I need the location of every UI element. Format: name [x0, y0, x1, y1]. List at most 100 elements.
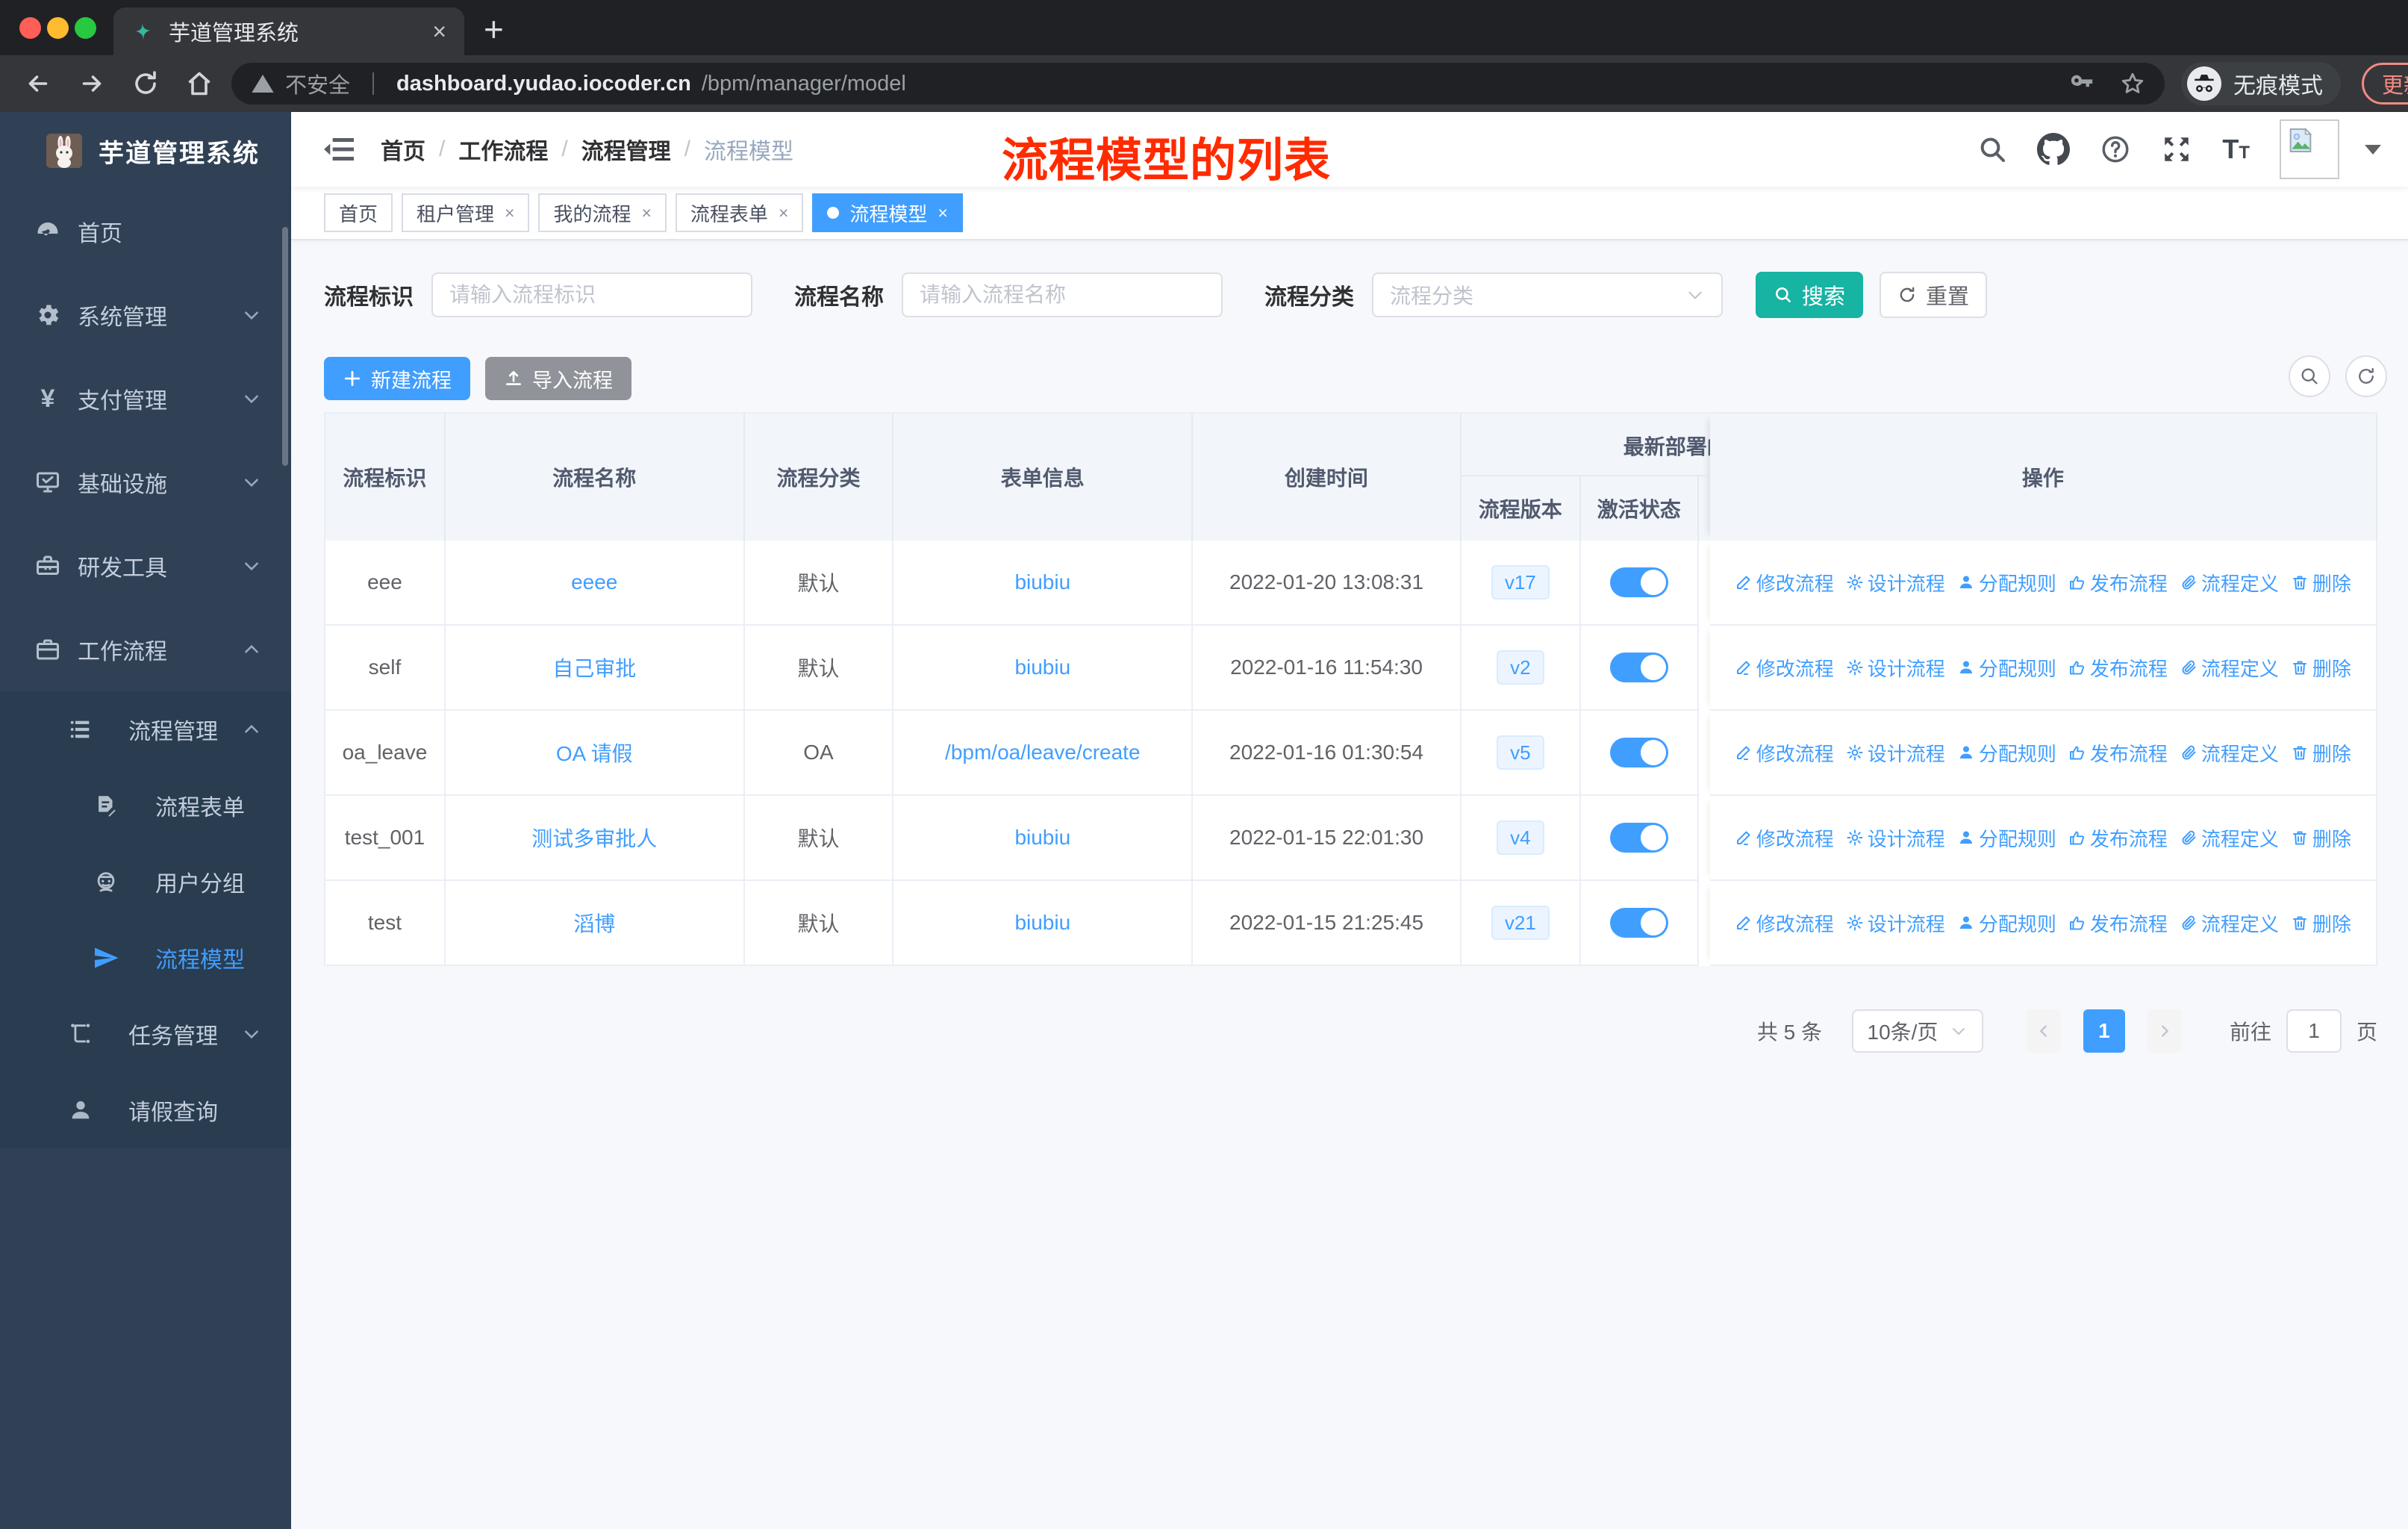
edit-process-link[interactable]: 修改流程: [1735, 909, 1834, 937]
sidebar-item-payment[interactable]: ¥ 支付管理: [0, 357, 291, 440]
sidebar-item-process-model[interactable]: 流程模型: [0, 920, 291, 996]
key-icon[interactable]: [2069, 71, 2094, 96]
tag-process-form[interactable]: 流程表单 ×: [675, 193, 804, 232]
import-process-button[interactable]: 导入流程: [485, 357, 631, 400]
sidebar-item-system[interactable]: 系统管理: [0, 273, 291, 357]
github-icon[interactable]: [2037, 133, 2071, 166]
active-toggle[interactable]: [1609, 823, 1668, 853]
process-definition-link[interactable]: 流程定义: [2180, 824, 2279, 852]
process-definition-link[interactable]: 流程定义: [2180, 739, 2279, 767]
process-definition-link[interactable]: 流程定义: [2180, 654, 2279, 682]
form-info-link[interactable]: biubiu: [1014, 570, 1070, 594]
reload-icon[interactable]: [124, 62, 167, 105]
goto-page-input[interactable]: [2286, 1009, 2342, 1053]
reset-button[interactable]: 重置: [1880, 272, 1987, 318]
assign-rule-link[interactable]: 分配规则: [1957, 909, 2056, 937]
chrome-update-button[interactable]: 更新 ⋮: [2362, 63, 2408, 105]
tag-my-process[interactable]: 我的流程 ×: [538, 193, 667, 232]
back-icon[interactable]: [16, 62, 60, 105]
publish-process-link[interactable]: 发布流程: [2068, 739, 2168, 767]
active-toggle[interactable]: [1609, 738, 1668, 767]
bookmark-star-icon[interactable]: [2120, 71, 2145, 96]
help-icon[interactable]: [2100, 134, 2131, 165]
process-name-link[interactable]: eeee: [571, 570, 617, 594]
process-name-link[interactable]: OA 请假: [556, 738, 633, 767]
sidebar-item-process-form[interactable]: 流程表单: [0, 767, 291, 844]
assign-rule-link[interactable]: 分配规则: [1957, 654, 2056, 682]
window-zoom-button[interactable]: [75, 17, 96, 39]
design-process-link[interactable]: 设计流程: [1846, 824, 1945, 852]
home-icon[interactable]: [178, 62, 221, 105]
sidebar-item-workflow[interactable]: 工作流程: [0, 608, 291, 691]
design-process-link[interactable]: 设计流程: [1846, 909, 1945, 937]
header-search-icon[interactable]: [1977, 134, 2007, 164]
tag-home[interactable]: 首页: [324, 193, 393, 232]
assign-rule-link[interactable]: 分配规则: [1957, 569, 2056, 597]
sidebar-item-process-mgmt[interactable]: 流程管理: [0, 691, 291, 767]
page-size-select[interactable]: 10条/页: [1851, 1009, 1983, 1053]
refresh-icon[interactable]: [2345, 355, 2387, 397]
sidebar-item-home[interactable]: 首页: [0, 190, 291, 273]
process-definition-link[interactable]: 流程定义: [2180, 909, 2279, 937]
tag-process-model[interactable]: 流程模型 ×: [812, 193, 963, 232]
form-info-link[interactable]: biubiu: [1014, 911, 1070, 935]
breadcrumb-process-mgmt[interactable]: 流程管理: [581, 133, 671, 166]
process-name-link[interactable]: 测试多审批人: [531, 823, 657, 853]
form-info-link[interactable]: biubiu: [1014, 826, 1070, 850]
tag-close-icon[interactable]: ×: [938, 203, 947, 223]
sidebar-item-infra[interactable]: 基础设施: [0, 440, 291, 524]
process-category-select[interactable]: 流程分类: [1372, 273, 1723, 317]
publish-process-link[interactable]: 发布流程: [2068, 654, 2168, 682]
active-toggle[interactable]: [1609, 653, 1668, 682]
avatar-caret-icon[interactable]: [2365, 144, 2381, 155]
tag-close-icon[interactable]: ×: [641, 203, 651, 223]
active-toggle[interactable]: [1609, 567, 1668, 597]
new-tab-button[interactable]: +: [484, 9, 504, 49]
delete-link[interactable]: 删除: [2291, 824, 2351, 852]
forward-icon[interactable]: [70, 62, 113, 105]
page-number-1[interactable]: 1: [2083, 1009, 2125, 1053]
sidebar-item-devtools[interactable]: 研发工具: [0, 524, 291, 608]
publish-process-link[interactable]: 发布流程: [2068, 569, 2168, 597]
edit-process-link[interactable]: 修改流程: [1735, 824, 1834, 852]
breadcrumb-workflow[interactable]: 工作流程: [458, 133, 548, 166]
create-process-button[interactable]: 新建流程: [324, 357, 470, 400]
fullscreen-icon[interactable]: [2161, 134, 2192, 165]
window-minimize-button[interactable]: [47, 17, 69, 39]
edit-process-link[interactable]: 修改流程: [1735, 654, 1834, 682]
process-name-link[interactable]: 自己审批: [552, 653, 636, 682]
process-name-link[interactable]: 滔博: [573, 908, 615, 938]
address-bar[interactable]: 不安全 dashboard.yudao.iocoder.cn/bpm/manag…: [231, 63, 2165, 105]
assign-rule-link[interactable]: 分配规则: [1957, 739, 2056, 767]
edit-process-link[interactable]: 修改流程: [1735, 739, 1834, 767]
design-process-link[interactable]: 设计流程: [1846, 569, 1945, 597]
form-info-link[interactable]: /bpm/oa/leave/create: [945, 741, 1141, 764]
next-page-button[interactable]: [2147, 1009, 2182, 1053]
process-name-input[interactable]: [902, 273, 1223, 317]
avatar-broken-image[interactable]: [2280, 119, 2339, 179]
design-process-link[interactable]: 设计流程: [1846, 739, 1945, 767]
active-toggle[interactable]: [1609, 908, 1668, 938]
tag-close-icon[interactable]: ×: [779, 203, 788, 223]
edit-process-link[interactable]: 修改流程: [1735, 569, 1834, 597]
font-size-icon[interactable]: TT: [2222, 134, 2250, 165]
sidebar-collapse-icon[interactable]: [324, 137, 354, 162]
delete-link[interactable]: 删除: [2291, 654, 2351, 682]
tag-tenant[interactable]: 租户管理 ×: [402, 193, 530, 232]
delete-link[interactable]: 删除: [2291, 569, 2351, 597]
breadcrumb-home[interactable]: 首页: [381, 133, 425, 166]
tab-close-icon[interactable]: ×: [432, 19, 446, 43]
search-button[interactable]: 搜索: [1756, 272, 1863, 318]
delete-link[interactable]: 删除: [2291, 739, 2351, 767]
form-info-link[interactable]: biubiu: [1014, 655, 1070, 679]
app-logo[interactable]: 芋道管理系统: [0, 112, 291, 190]
hide-search-icon[interactable]: [2289, 355, 2330, 397]
publish-process-link[interactable]: 发布流程: [2068, 824, 2168, 852]
sidebar-item-user-group[interactable]: 用户分组: [0, 844, 291, 920]
publish-process-link[interactable]: 发布流程: [2068, 909, 2168, 937]
window-close-button[interactable]: [19, 17, 41, 39]
process-key-input[interactable]: [431, 273, 752, 317]
assign-rule-link[interactable]: 分配规则: [1957, 824, 2056, 852]
design-process-link[interactable]: 设计流程: [1846, 654, 1945, 682]
sidebar-item-leave-query[interactable]: 请假查询: [0, 1072, 291, 1148]
